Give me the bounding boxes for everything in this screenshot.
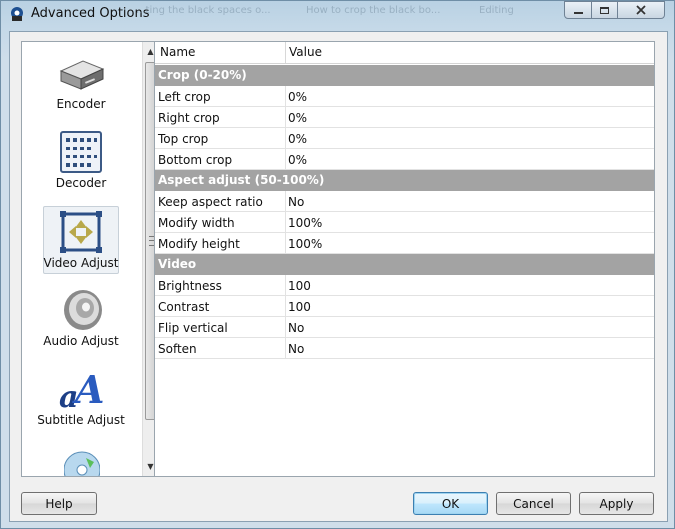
hard-drive-icon bbox=[59, 60, 105, 90]
app-logo-icon bbox=[11, 7, 23, 21]
property-value[interactable]: 0% bbox=[288, 90, 307, 104]
column-header-name[interactable]: Name bbox=[160, 45, 195, 59]
cancel-button[interactable]: Cancel bbox=[496, 492, 571, 515]
property-grid: Name Value Crop (0-20%) Left crop 0% Righ… bbox=[154, 41, 655, 477]
dialog-client-area: Encoder Decoder Video Adjust Audio Adjus… bbox=[9, 31, 668, 522]
property-row[interactable]: Brightness 100 bbox=[155, 275, 654, 296]
property-name: Modify width bbox=[158, 216, 235, 230]
ok-button[interactable]: OK bbox=[413, 492, 488, 515]
help-button[interactable]: Help bbox=[21, 492, 97, 515]
window-title: Advanced Options bbox=[31, 6, 150, 21]
property-value[interactable]: 0% bbox=[288, 153, 307, 167]
category-audio-adjust[interactable]: Audio Adjust bbox=[43, 285, 119, 353]
grid-header: Name Value bbox=[155, 42, 654, 64]
property-value[interactable]: 100% bbox=[288, 237, 322, 251]
property-row[interactable]: Right crop 0% bbox=[155, 107, 654, 128]
property-value[interactable]: 0% bbox=[288, 111, 307, 125]
property-value[interactable]: No bbox=[288, 195, 304, 209]
category-list: Encoder Decoder Video Adjust Audio Adjus… bbox=[21, 41, 157, 477]
section-header-aspect[interactable]: Aspect adjust (50-100%) bbox=[155, 170, 654, 191]
property-value[interactable]: No bbox=[288, 342, 304, 356]
property-name: Contrast bbox=[158, 300, 210, 314]
property-name: Top crop bbox=[158, 132, 209, 146]
category-video-adjust[interactable]: Video Adjust bbox=[43, 206, 119, 274]
category-label: Encoder bbox=[56, 97, 106, 111]
property-value[interactable]: No bbox=[288, 321, 304, 335]
property-row[interactable]: Soften No bbox=[155, 338, 654, 359]
category-encoder[interactable]: Encoder bbox=[43, 48, 119, 116]
background-tab-title: ...ting the black spaces o... bbox=[136, 5, 271, 16]
disc-icon bbox=[64, 451, 100, 476]
property-row[interactable]: Left crop 0% bbox=[155, 86, 654, 107]
property-name: Right crop bbox=[158, 111, 220, 125]
category-label: Video Adjust bbox=[43, 256, 119, 270]
background-tab-title: How to crop the black bo... bbox=[306, 5, 441, 16]
maximize-icon bbox=[600, 6, 609, 14]
section-title: Crop (0-20%) bbox=[158, 68, 247, 82]
category-label: Decoder bbox=[55, 176, 107, 190]
category-decoder[interactable]: Decoder bbox=[43, 127, 119, 195]
title-bar[interactable]: Advanced Options ...ting the black space… bbox=[1, 1, 674, 29]
property-row[interactable]: Modify width 100% bbox=[155, 212, 654, 233]
property-value[interactable]: 100 bbox=[288, 279, 311, 293]
property-row[interactable]: Modify height 100% bbox=[155, 233, 654, 254]
video-adjust-icon bbox=[60, 211, 102, 253]
section-title: Video bbox=[158, 257, 197, 271]
section-title: Aspect adjust (50-100%) bbox=[158, 173, 325, 187]
section-header-crop[interactable]: Crop (0-20%) bbox=[155, 65, 654, 86]
background-tab-title: Editing bbox=[479, 5, 514, 16]
property-name: Keep aspect ratio bbox=[158, 195, 263, 209]
minimize-button[interactable] bbox=[564, 1, 592, 19]
property-row[interactable]: Keep aspect ratio No bbox=[155, 191, 654, 212]
category-subtitle-adjust[interactable]: a A Subtitle Adjust bbox=[37, 364, 125, 432]
property-name: Flip vertical bbox=[158, 321, 228, 335]
property-row[interactable]: Flip vertical No bbox=[155, 317, 654, 338]
column-header-value[interactable]: Value bbox=[289, 45, 322, 59]
category-label: Subtitle Adjust bbox=[37, 413, 125, 427]
category-label: Audio Adjust bbox=[43, 334, 119, 348]
chip-board-icon bbox=[60, 131, 102, 173]
property-name: Left crop bbox=[158, 90, 211, 104]
column-divider[interactable] bbox=[285, 42, 286, 63]
property-name: Soften bbox=[158, 342, 197, 356]
speaker-icon bbox=[64, 290, 102, 330]
apply-button[interactable]: Apply bbox=[579, 492, 654, 515]
maximize-button[interactable] bbox=[591, 1, 618, 19]
property-row[interactable]: Bottom crop 0% bbox=[155, 149, 654, 170]
close-button[interactable] bbox=[617, 1, 665, 19]
svg-text:A: A bbox=[72, 367, 104, 411]
minimize-icon bbox=[573, 12, 583, 14]
property-value[interactable]: 0% bbox=[288, 132, 307, 146]
property-name: Brightness bbox=[158, 279, 222, 293]
section-header-video[interactable]: Video bbox=[155, 254, 654, 275]
property-row[interactable]: Contrast 100 bbox=[155, 296, 654, 317]
property-value[interactable]: 100 bbox=[288, 300, 311, 314]
property-row[interactable]: Top crop 0% bbox=[155, 128, 654, 149]
advanced-options-window: Advanced Options ...ting the black space… bbox=[0, 0, 675, 529]
subtitle-letters-icon: a A bbox=[59, 367, 104, 411]
property-name: Bottom crop bbox=[158, 153, 233, 167]
close-icon bbox=[636, 5, 646, 15]
property-value[interactable]: 100% bbox=[288, 216, 322, 230]
property-name: Modify height bbox=[158, 237, 240, 251]
